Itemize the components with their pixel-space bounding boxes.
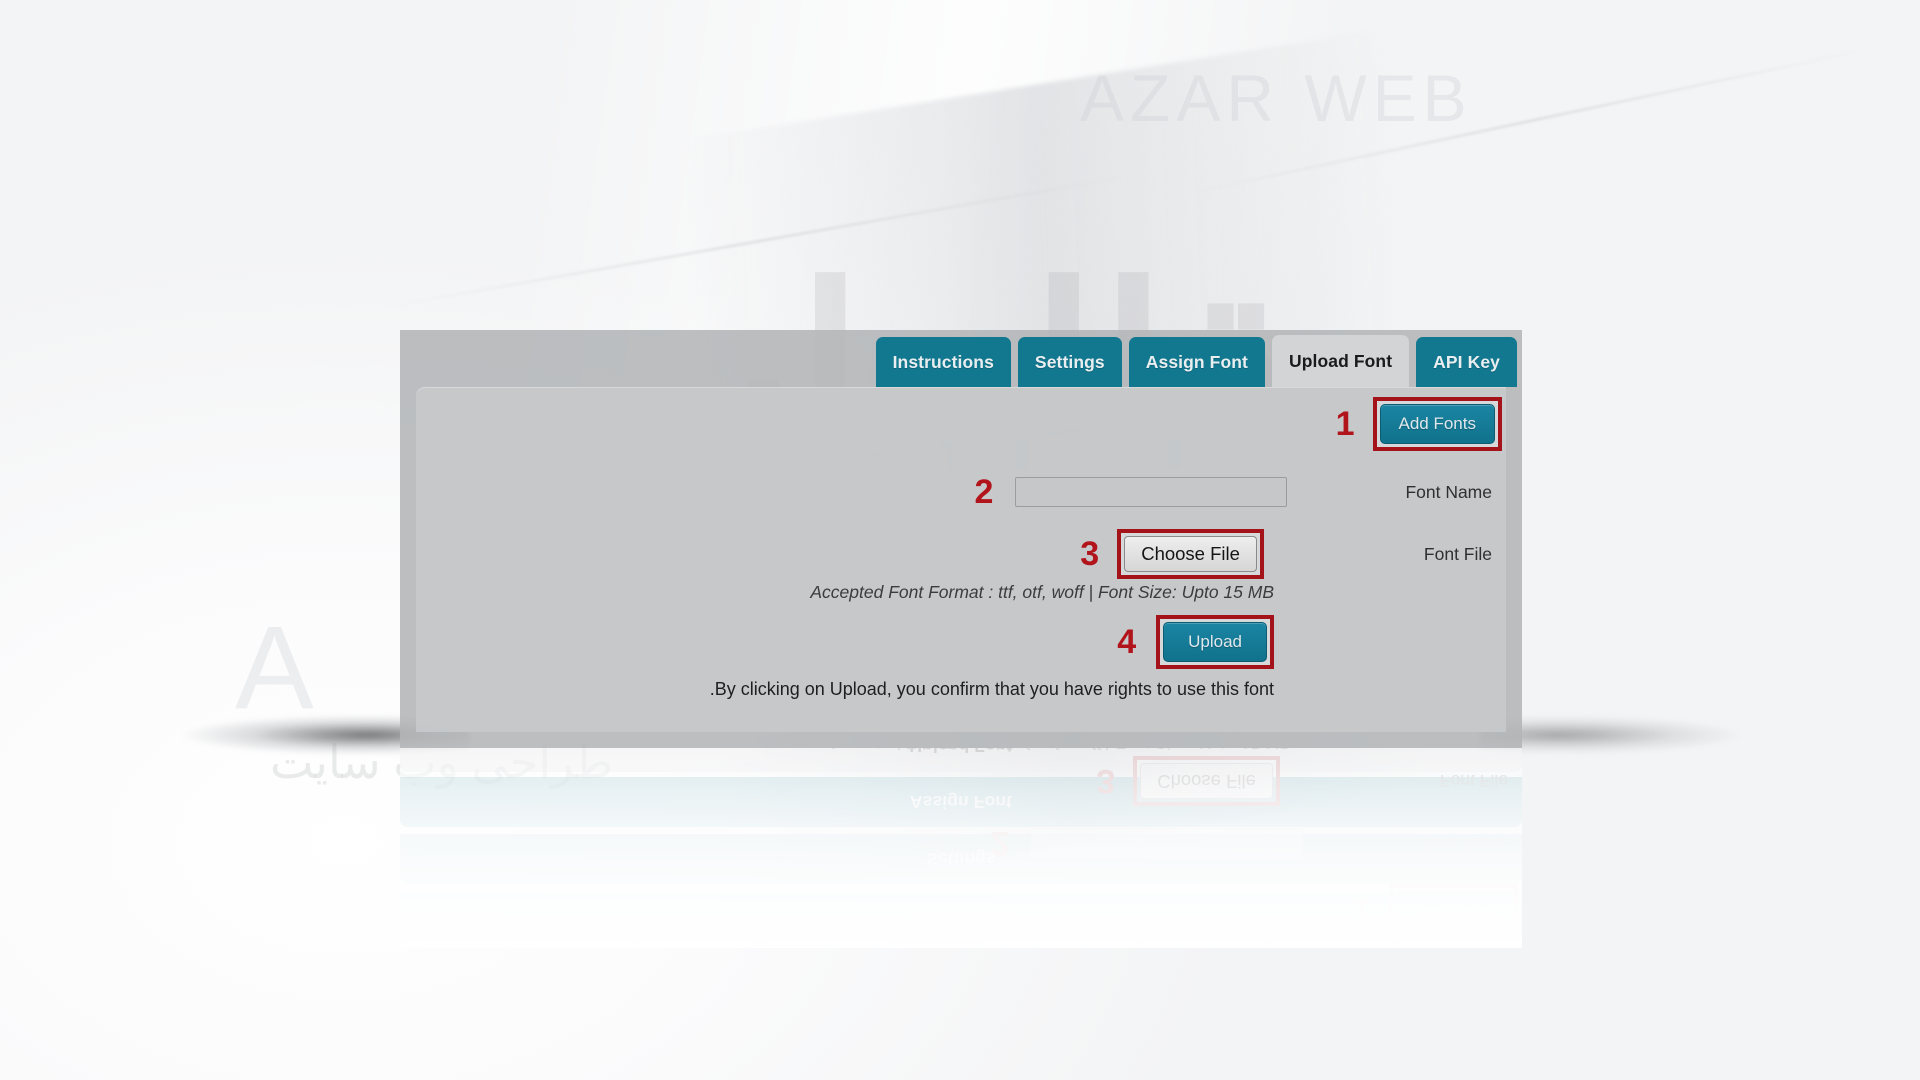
tab-api-key[interactable]: API Key: [1416, 337, 1517, 387]
choose-file-button[interactable]: Choose File: [1124, 536, 1257, 572]
step-number-2: 2: [974, 473, 994, 511]
font-name-input[interactable]: [1015, 477, 1288, 507]
step-number-3: 3: [1080, 535, 1100, 573]
upload-font-panel: Instructions Settings Assign Font Upload…: [400, 330, 1522, 748]
font-format-hint: Accepted Font Format : ttf, otf, woff | …: [810, 582, 1274, 602]
tab-upload-font[interactable]: Upload Font: [1271, 335, 1410, 387]
font-name-label: Font Name: [1405, 481, 1492, 502]
callout-box-choose-file: Choose File: [1117, 529, 1264, 579]
step-number-4: 4: [1117, 623, 1137, 661]
row-add-fonts: Add Fonts 1: [1336, 397, 1502, 451]
upload-rights-confirmation: .By clicking on Upload, you confirm that…: [709, 679, 1274, 699]
tab-settings[interactable]: Settings: [1017, 337, 1122, 387]
row-upload: Upload 4: [1117, 615, 1274, 669]
font-file-label: Font File: [1423, 543, 1492, 564]
upload-font-form: Add Fonts 1 Font Name 2 Font File Choose…: [416, 387, 1506, 732]
add-fonts-button[interactable]: Add Fonts: [1379, 404, 1495, 444]
upload-button[interactable]: Upload: [1163, 622, 1267, 662]
callout-box-upload: Upload: [1156, 615, 1274, 669]
row-font-name: Font Name 2: [975, 475, 1492, 509]
tab-bar: Instructions Settings Assign Font Upload…: [400, 330, 1522, 387]
callout-box-add-fonts: Add Fonts: [1372, 397, 1502, 451]
row-font-file: Font File Choose File 3: [1080, 529, 1492, 579]
step-number-1: 1: [1335, 405, 1355, 443]
tab-assign-font[interactable]: Assign Font: [1128, 337, 1265, 387]
background-smudge-right: [1480, 690, 1920, 780]
tab-instructions[interactable]: Instructions: [875, 337, 1011, 387]
screenshot-root: AZAR WEB قالبتاپ A Z A R S طراحی وب سایت…: [0, 0, 1920, 1080]
